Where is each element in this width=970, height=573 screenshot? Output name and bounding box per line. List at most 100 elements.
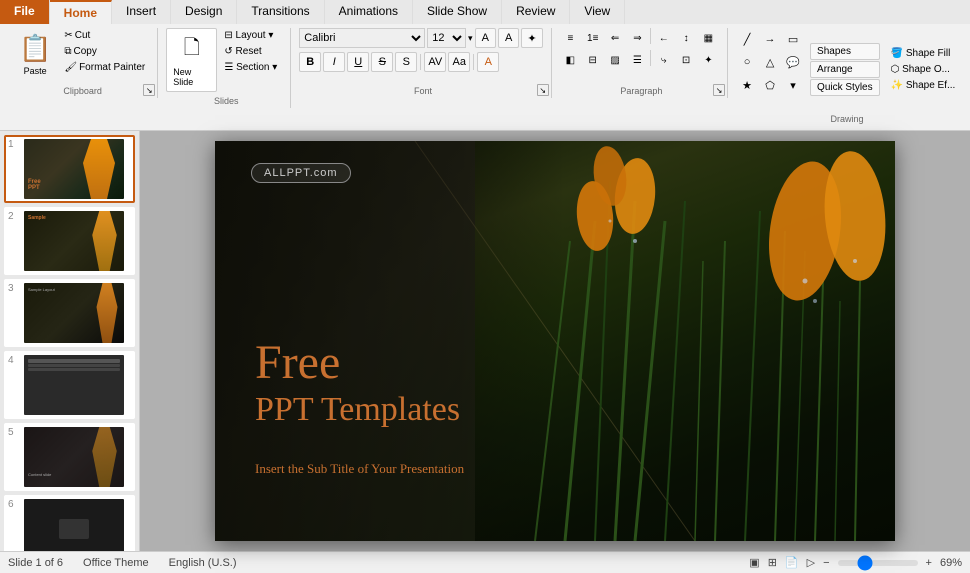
tab-review[interactable]: Review (502, 0, 570, 24)
new-slide-button[interactable]: 🗋 New Slide (166, 28, 217, 92)
font-dialog-launcher[interactable]: ↘ (537, 84, 549, 96)
shape-outline-button[interactable]: ⬡ Shape O... (886, 62, 961, 77)
para-group-inner: ≡ 1≡ ⇐ ⇒ ← ↕ ▦ ◧ ⊟ ▨ ☰ ⤷ ⊡ ✦ (560, 28, 719, 84)
shape-star[interactable]: ★ (736, 74, 758, 96)
shape-callout[interactable]: 💬 (782, 51, 804, 73)
shape-oval[interactable]: ○ (736, 51, 758, 73)
cut-button[interactable]: ✂ Cut (60, 28, 149, 43)
view-slide-sorter-btn[interactable]: ⊞ (768, 556, 777, 569)
shape-line[interactable]: ╱ (736, 28, 758, 50)
shape-effects-button[interactable]: ✨ Shape Ef... (886, 78, 961, 93)
format-painter-button[interactable]: 🖌 Format Painter (60, 60, 149, 75)
tab-design[interactable]: Design (171, 0, 237, 24)
quick-styles-button[interactable]: Quick Styles (810, 79, 880, 96)
font-size-select[interactable]: 12 (427, 28, 466, 48)
justify-button[interactable]: ☰ (627, 50, 648, 70)
grow-font-button[interactable]: A (475, 28, 496, 48)
smartart-button[interactable]: ✦ (698, 50, 719, 70)
shapes-button[interactable]: Shapes (810, 43, 880, 60)
bullets-button[interactable]: ≡ (560, 28, 581, 48)
strikethrough-button[interactable]: S (371, 52, 393, 72)
tab-file[interactable]: File (0, 0, 50, 24)
slide-num-6: 6 (8, 499, 20, 510)
tab-home[interactable]: Home (50, 0, 112, 24)
tab-transitions[interactable]: Transitions (237, 0, 324, 24)
char-spacing-button[interactable]: AV (424, 52, 446, 72)
rtl-button[interactable]: ← (653, 28, 674, 48)
font-group-label: Font (295, 86, 550, 96)
reset-button[interactable]: ↺ Reset (219, 44, 282, 59)
shape-arrow[interactable]: → (759, 28, 781, 50)
shape-pentagon[interactable]: ⬠ (759, 74, 781, 96)
font-group-inner: Calibri 12 ▾ A A ✦ B I U S S (299, 28, 542, 88)
slide-thumb-3[interactable]: 3 Sample Layout (4, 279, 135, 347)
zoom-plus[interactable]: + (926, 557, 932, 569)
bold-button[interactable]: B (299, 52, 321, 72)
slide-preview-6: Running (24, 499, 124, 551)
copy-label: Copy (74, 46, 97, 57)
numbering-button[interactable]: 1≡ (582, 28, 603, 48)
layout-button[interactable]: ⊟ Layout ▾ (219, 28, 282, 43)
align-right-button[interactable]: ▨ (604, 50, 625, 70)
text-direction-button[interactable]: ⤷ (653, 50, 674, 70)
tab-slideshow[interactable]: Slide Show (413, 0, 502, 24)
font-separator2 (473, 54, 474, 70)
shape-triangle[interactable]: △ (759, 51, 781, 73)
dec-indent-button[interactable]: ⇐ (604, 28, 625, 48)
section-icon: ☰ (224, 62, 233, 73)
line-spacing-button[interactable]: ↕ (675, 28, 696, 48)
slide-num-4: 4 (8, 355, 20, 366)
language-label: English (U.S.) (169, 557, 237, 569)
reset-label: Reset (236, 46, 262, 57)
view-normal-btn[interactable]: ▣ (749, 556, 759, 569)
zoom-minus[interactable]: − (823, 557, 829, 569)
canvas-area: ALLPPT.com Free PPT Templates Insert the… (140, 131, 970, 551)
slide-thumb-5[interactable]: 5 Content slide (4, 423, 135, 491)
cut-label: Cut (75, 30, 91, 41)
slide-panel: 1 FreePPT 2 Sample 3 Sample Layout 4 (0, 131, 140, 551)
tab-view[interactable]: View (570, 0, 625, 24)
align-left-button[interactable]: ◧ (560, 50, 581, 70)
view-reading-btn[interactable]: 📄 (785, 556, 799, 569)
drawing-buttons: Shapes Arrange Quick Styles (810, 43, 880, 96)
ribbon: File Home Insert Design Transitions Anim… (0, 0, 970, 131)
paste-button[interactable]: 📋 Paste (12, 28, 58, 81)
paragraph-dialog-launcher[interactable]: ↘ (713, 84, 725, 96)
drawing-group: ╱ → ▭ ○ △ 💬 ★ ⬠ ▾ Shapes Arrange Qu (732, 28, 962, 126)
inc-indent-button[interactable]: ⇒ (627, 28, 648, 48)
section-label: Section (236, 62, 269, 73)
tab-insert[interactable]: Insert (112, 0, 171, 24)
slide-preview-3: Sample Layout (24, 283, 124, 343)
shapes-panel: ╱ → ▭ ○ △ 💬 ★ ⬠ ▾ (736, 28, 804, 96)
para-columns-button[interactable]: ▦ (698, 28, 719, 48)
italic-button[interactable]: I (323, 52, 345, 72)
slide-thumb-2[interactable]: 2 Sample (4, 207, 135, 275)
shape-rect[interactable]: ▭ (782, 28, 804, 50)
para-row1: ≡ 1≡ ⇐ ⇒ ← ↕ ▦ (560, 28, 719, 48)
section-button[interactable]: ☰ Section ▾ (219, 60, 282, 75)
slide-thumb-6[interactable]: 6 Running (4, 495, 135, 551)
slide-preview-1: FreePPT (24, 139, 124, 199)
shape-fill-button[interactable]: 🪣 Shape Fill (886, 46, 961, 61)
shrink-font-button[interactable]: A (498, 28, 519, 48)
font-name-select[interactable]: Calibri (299, 28, 425, 48)
slide-thumb-1[interactable]: 1 FreePPT (4, 135, 135, 203)
shadow-button[interactable]: S (395, 52, 417, 72)
tab-animations[interactable]: Animations (325, 0, 413, 24)
case-button[interactable]: Aa (448, 52, 470, 72)
copy-button[interactable]: ⧉ Copy (60, 44, 149, 59)
shape-more[interactable]: ▾ (782, 74, 804, 96)
slide-canvas[interactable]: ALLPPT.com Free PPT Templates Insert the… (215, 141, 895, 541)
clear-formatting-button[interactable]: ✦ (521, 28, 542, 48)
arrange-button[interactable]: Arrange (810, 61, 880, 78)
slide-thumb-4[interactable]: 4 (4, 351, 135, 419)
zoom-slider[interactable] (838, 560, 918, 566)
clipboard-dialog-launcher[interactable]: ↘ (143, 84, 155, 96)
align-text-button[interactable]: ⊡ (675, 50, 696, 70)
underline-button[interactable]: U (347, 52, 369, 72)
view-slideshow-btn[interactable]: ▷ (807, 556, 815, 569)
slide-subtitle: Insert the Sub Title of Your Presentatio… (255, 461, 464, 477)
copy-icon: ⧉ (64, 46, 71, 57)
align-center-button[interactable]: ⊟ (582, 50, 603, 70)
font-color-button[interactable]: A (477, 52, 499, 72)
